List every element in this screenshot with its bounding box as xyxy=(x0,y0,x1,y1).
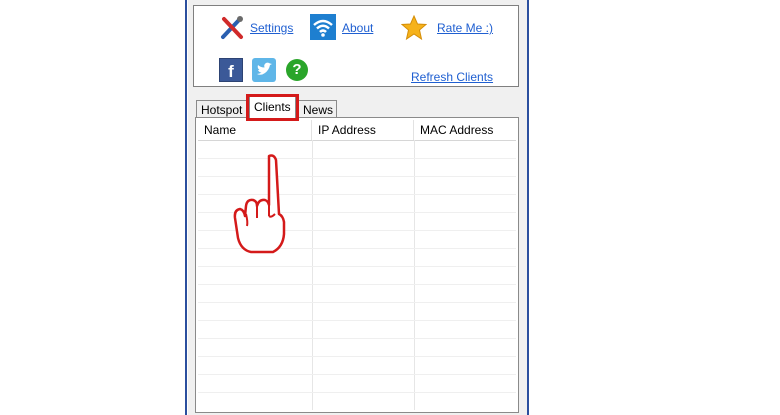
about-link[interactable]: About xyxy=(342,21,373,35)
help-icon[interactable]: ? xyxy=(286,59,308,81)
pointing-hand-icon xyxy=(231,152,291,263)
clients-tab-highlight xyxy=(246,94,299,121)
empty-row xyxy=(198,321,516,339)
empty-row xyxy=(198,393,516,410)
column-header-mac-address[interactable]: MAC Address xyxy=(414,120,516,140)
facebook-glyph: f xyxy=(228,62,234,81)
window-right-border xyxy=(527,0,529,415)
empty-row xyxy=(198,357,516,375)
twitter-icon[interactable] xyxy=(252,58,276,87)
rate-me-link[interactable]: Rate Me :) xyxy=(437,21,493,35)
settings-tools-icon[interactable] xyxy=(219,15,245,46)
refresh-clients-link[interactable]: Refresh Clients xyxy=(411,70,493,84)
tab-news[interactable]: News xyxy=(298,100,337,118)
window-left-border xyxy=(185,0,187,415)
settings-link[interactable]: Settings xyxy=(250,21,293,35)
column-header-ip-address[interactable]: IP Address xyxy=(312,120,414,140)
tab-hotspot[interactable]: Hotspot xyxy=(196,100,247,118)
empty-row xyxy=(198,375,516,393)
wifi-icon[interactable] xyxy=(310,14,336,45)
empty-row xyxy=(198,303,516,321)
clients-list-header: Name IP Address MAC Address xyxy=(198,120,516,141)
help-glyph: ? xyxy=(292,61,302,78)
empty-row xyxy=(198,267,516,285)
toolbar-panel: Settings About Rate Me :) f ? Refresh Cl… xyxy=(193,5,519,87)
empty-row xyxy=(198,339,516,357)
empty-row xyxy=(198,285,516,303)
facebook-icon[interactable]: f xyxy=(219,58,243,82)
column-header-name[interactable]: Name xyxy=(198,120,312,140)
star-icon[interactable] xyxy=(400,14,428,46)
